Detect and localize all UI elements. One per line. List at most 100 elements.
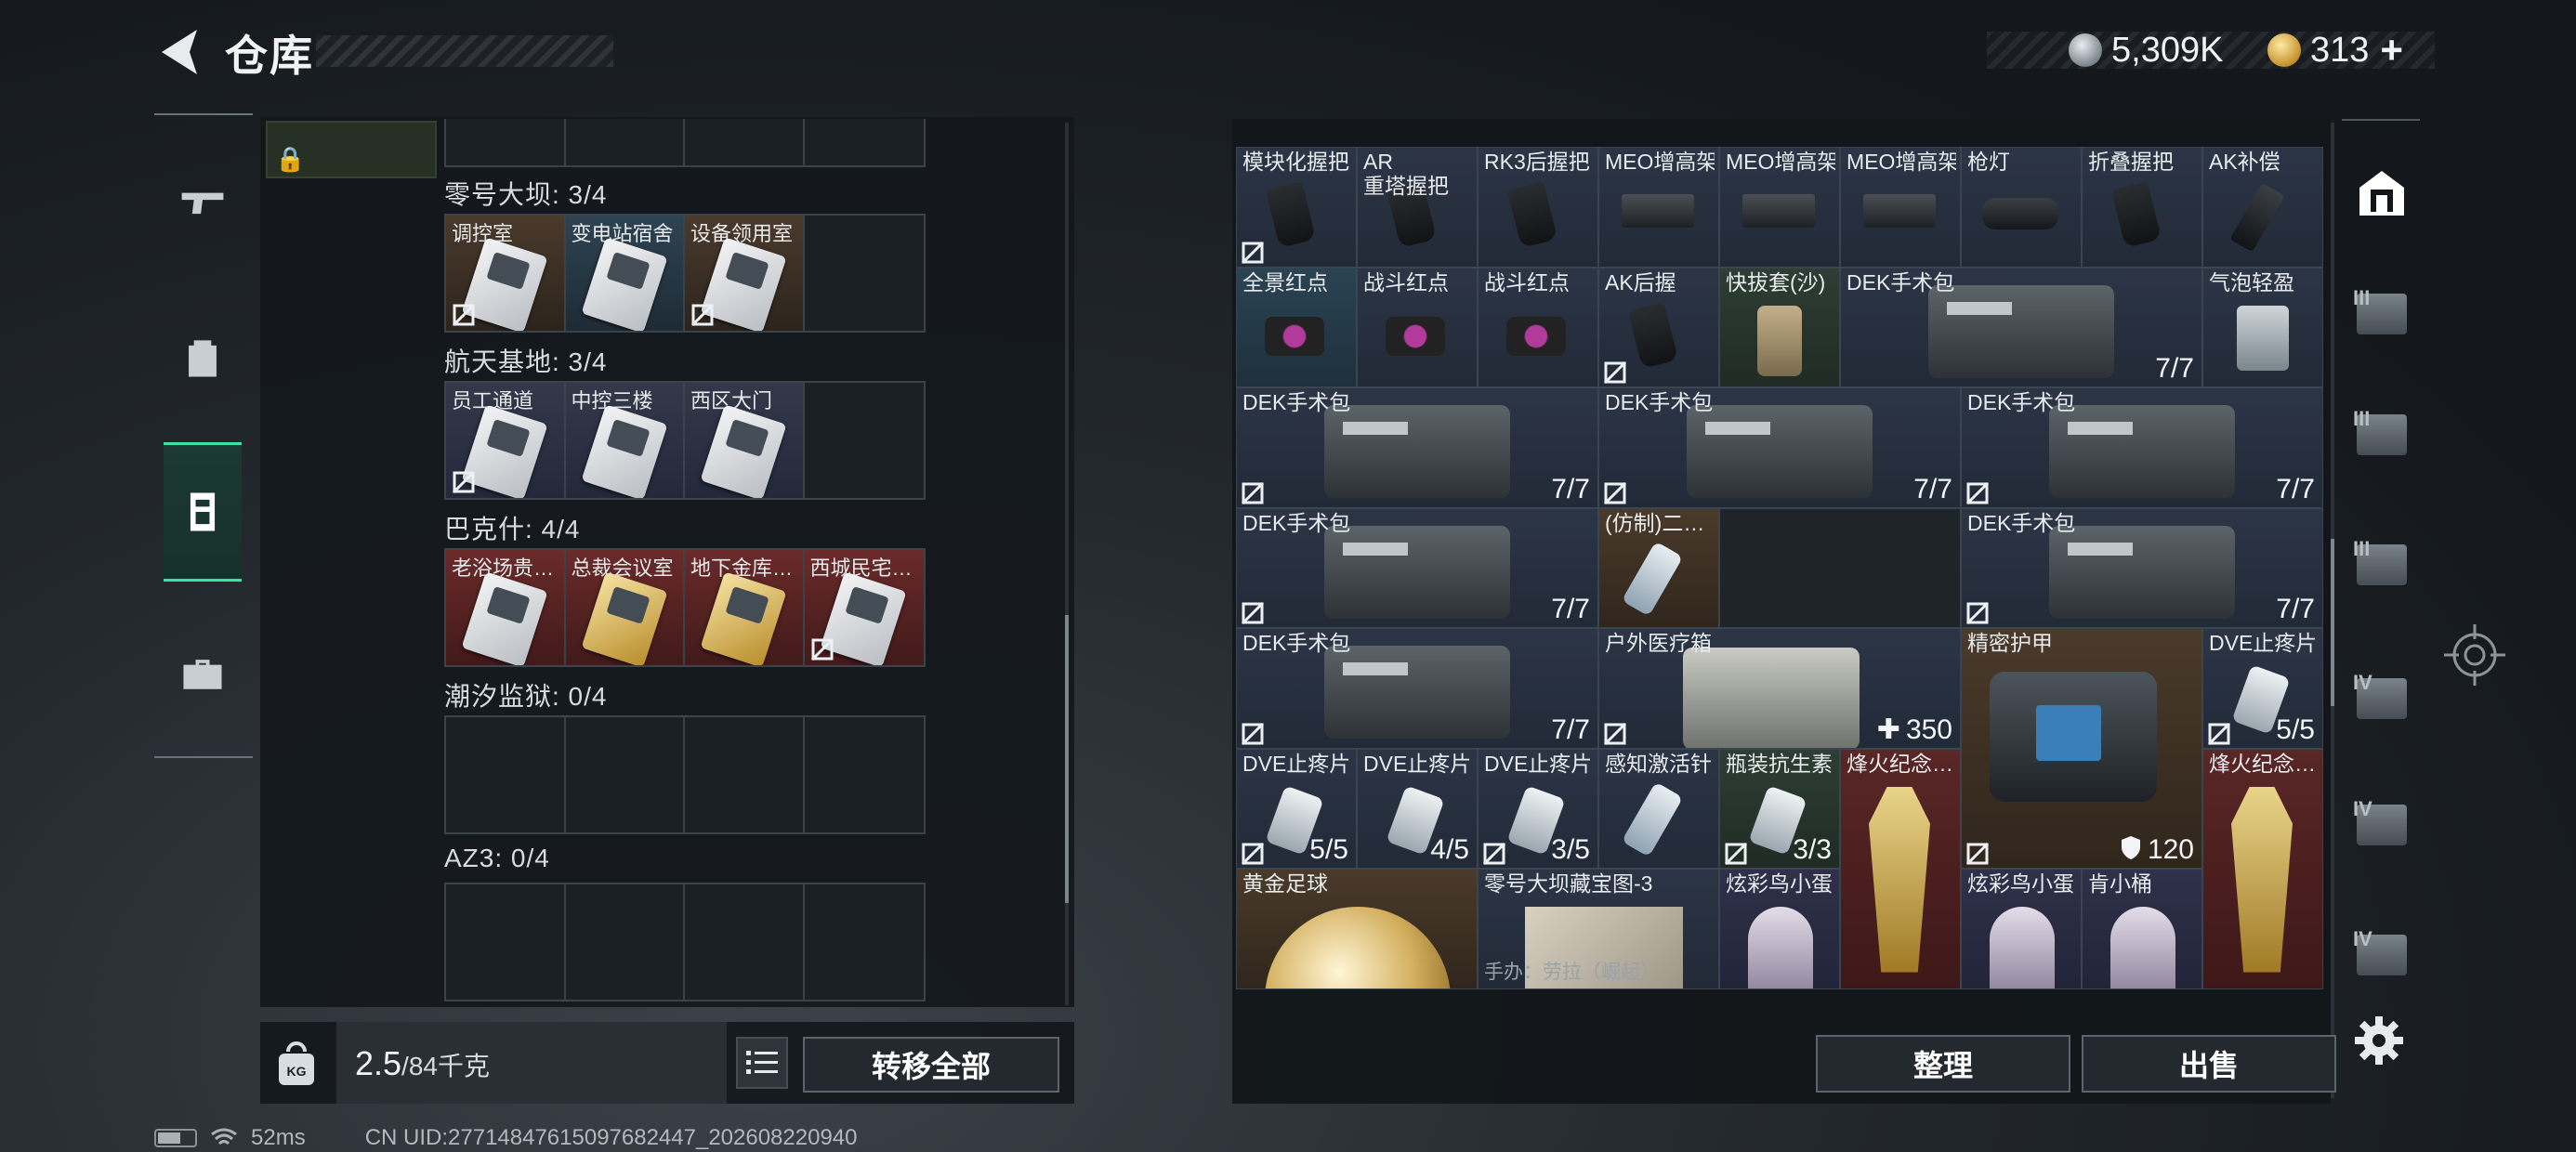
item-slot[interactable]: MEO增高架 — [1840, 147, 1961, 268]
item-slot[interactable]: DVE止疼片 3/5 — [1478, 748, 1598, 869]
rail-item-weapons[interactable] — [164, 132, 242, 271]
rail-item-home[interactable] — [2349, 149, 2414, 238]
item-slot[interactable]: AK补偿 — [2202, 147, 2323, 268]
rail-item-level-4c[interactable]: IV — [2349, 910, 2414, 1000]
level-label: IV — [2353, 671, 2372, 694]
item-slot[interactable]: DEK手术包 7/7 — [1598, 387, 1961, 508]
item-slot[interactable]: 气泡轻盈 — [2202, 267, 2323, 387]
transfer-all-button[interactable]: 转移全部 — [803, 1037, 1059, 1093]
item-slot[interactable]: 战斗红点 — [1478, 267, 1598, 387]
item-slot[interactable]: 精密护甲 120 — [1961, 628, 2202, 869]
item-slot[interactable]: DEK手术包 7/7 — [1840, 267, 2202, 387]
rail-item-level-3c[interactable]: III — [2349, 520, 2414, 609]
item-slot[interactable]: MEO增高架 — [1598, 147, 1719, 268]
item-slot[interactable]: AR 重塔握把 — [1357, 147, 1478, 268]
rail-item-backpack[interactable] — [164, 288, 242, 427]
item-slot[interactable]: MEO增高架 — [1719, 147, 1840, 268]
key-slot — [566, 119, 685, 165]
rail-item-level-4b[interactable]: IV — [2349, 780, 2414, 870]
item-slot[interactable]: 模块化握把 — [1236, 147, 1357, 268]
rail-item-level-4a[interactable]: IV — [2349, 654, 2414, 743]
item-count-value: 7/7 — [2276, 473, 2315, 504]
item-slot[interactable]: 黄金足球 — [1236, 869, 1478, 989]
empty-key-slot — [805, 383, 925, 498]
item-slot[interactable]: 烽火纪念… — [2202, 748, 2323, 989]
left-scroll-thumb[interactable] — [1065, 615, 1069, 903]
key-card-slot[interactable]: 总裁会议室 — [565, 550, 685, 665]
key-card-slot[interactable]: 西区大门 — [685, 383, 805, 498]
item-slot[interactable]: 零号大坝藏宝图-3 手办：劳拉（崛起） — [1478, 869, 1719, 989]
item-slot[interactable]: DVE止疼片 5/5 — [2202, 628, 2323, 749]
rail-item-briefcase[interactable] — [164, 604, 242, 743]
item-slot[interactable]: 炫彩鸟小蛋 — [1961, 869, 2082, 989]
item-name: DEK手术包 — [1242, 631, 1351, 655]
item-slot[interactable]: 炫彩鸟小蛋 — [1719, 869, 1840, 989]
key-card-slot[interactable]: 调控室 — [446, 216, 566, 331]
item-slot[interactable]: 感知激活针 — [1598, 748, 1719, 869]
item-name: DEK手术包 — [1967, 510, 2076, 535]
key-card-slot[interactable]: 中控三楼 — [565, 383, 685, 498]
lock-icon: 🔒 — [275, 145, 306, 173]
no-trade-icon — [1241, 722, 1265, 745]
ball-icon — [1265, 907, 1451, 988]
no-trade-icon — [1724, 842, 1748, 866]
item-slot[interactable]: 户外医疗箱 ✚ 350 — [1598, 628, 1961, 749]
item-slot[interactable]: 瓶装抗生素 3/3 — [1719, 748, 1840, 869]
key-name: 设备领用室 — [690, 222, 794, 245]
item-count-value: 7/7 — [2276, 594, 2315, 624]
list-view-button[interactable] — [736, 1037, 788, 1089]
briefcase-icon — [183, 660, 222, 689]
item-slot[interactable]: DEK手术包 7/7 — [1961, 387, 2323, 508]
rail-item-level-3a[interactable]: III — [2349, 269, 2414, 359]
item-slot[interactable]: (仿制)二… — [1598, 507, 1719, 628]
right-scroll-thumb[interactable] — [2331, 539, 2334, 706]
item-slot[interactable]: 战斗红点 — [1357, 267, 1478, 387]
item-name: MEO增高架 — [1605, 150, 1715, 174]
item-slot[interactable]: DEK手术包 7/7 — [1236, 507, 1598, 628]
back-arrow-icon[interactable] — [149, 24, 214, 80]
item-slot[interactable]: 快拔套(沙) — [1719, 267, 1840, 387]
item-count-value: 7/7 — [2155, 353, 2194, 384]
empty-key-slot — [805, 884, 925, 1000]
item-count: 3/5 — [1551, 834, 1590, 866]
key-card-slot[interactable]: 老浴场贵… — [446, 550, 566, 665]
key-card-slot[interactable]: 西城民宅… — [804, 550, 924, 665]
item-slot[interactable]: 折叠握把 — [2082, 147, 2202, 268]
rail-item-level-3b[interactable]: III — [2349, 390, 2414, 479]
add-currency-button[interactable]: + — [2380, 28, 2403, 72]
rail-item-warehouse[interactable] — [164, 442, 242, 582]
no-trade-icon — [1241, 601, 1265, 625]
no-trade-icon — [1241, 241, 1265, 264]
empty-key-slot — [685, 884, 805, 1000]
grip-icon — [1627, 301, 1679, 369]
key-card-slot[interactable]: 变电站宿舍 — [565, 216, 685, 331]
item-slot[interactable]: AK后握 — [1598, 267, 1719, 387]
key-grid: 员工通道 中控三楼 西区大门 — [444, 381, 926, 500]
settings-gear-icon[interactable] — [2351, 1013, 2407, 1068]
key-name: 地下金库… — [690, 556, 794, 580]
key-card-slot[interactable]: 员工通道 — [446, 383, 566, 498]
key-card-slot[interactable]: 地下金库… — [685, 550, 805, 665]
item-name: 折叠握把 — [2088, 150, 2174, 174]
no-trade-icon — [690, 303, 715, 327]
item-count-value: 7/7 — [1551, 713, 1590, 745]
item-count: 7/7 — [2155, 353, 2194, 385]
item-slot[interactable]: DEK手术包 7/7 — [1961, 507, 2323, 628]
key-card-slot[interactable]: 设备领用室 — [685, 216, 805, 331]
item-slot[interactable]: 枪灯 — [1961, 147, 2082, 268]
sort-button[interactable]: 整理 — [1816, 1035, 2070, 1093]
key-category-label: 航天基地: 3/4 — [444, 347, 608, 376]
item-slot[interactable]: 烽火纪念… — [1840, 748, 1961, 989]
item-slot[interactable]: DEK手术包 7/7 — [1236, 387, 1598, 508]
item-slot[interactable]: 肯小桶 — [2082, 869, 2202, 989]
scope-icon — [1982, 198, 2058, 229]
item-slot[interactable]: DVE止疼片 4/5 — [1357, 748, 1478, 869]
keycard-icon — [461, 571, 548, 665]
item-slot[interactable]: 全景红点 — [1236, 267, 1357, 387]
crosshair-icon[interactable] — [2442, 622, 2507, 687]
sell-button[interactable]: 出售 — [2082, 1035, 2336, 1093]
outkit-icon — [1683, 648, 1860, 748]
item-slot[interactable]: RK3后握把 — [1478, 147, 1598, 268]
item-slot[interactable]: DEK手术包 7/7 — [1236, 628, 1598, 749]
item-slot[interactable]: DVE止疼片 5/5 — [1236, 748, 1357, 869]
